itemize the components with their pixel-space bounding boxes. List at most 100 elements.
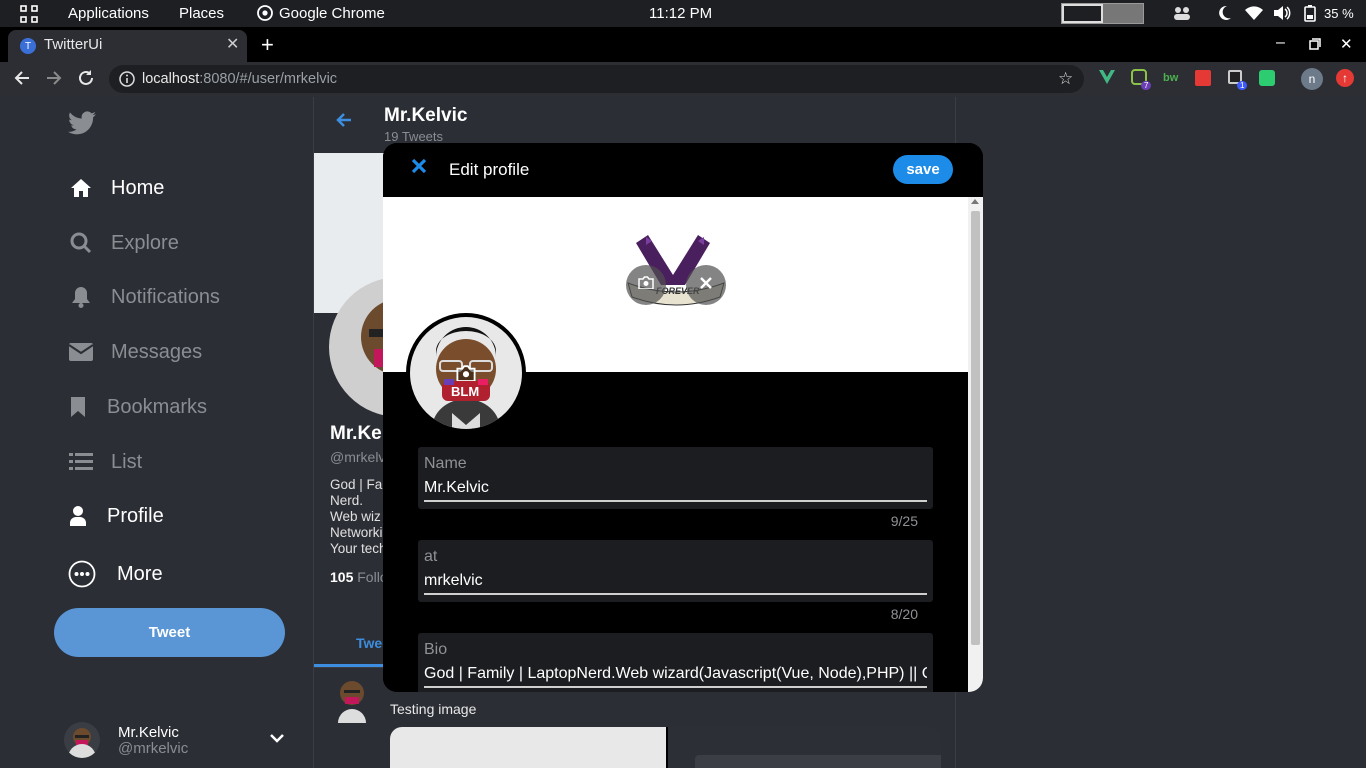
- close-icon[interactable]: [411, 158, 427, 179]
- app-grid-icon[interactable]: [20, 5, 38, 27]
- tab-title: TwitterUi: [44, 36, 103, 53]
- sidebar-item-bookmarks[interactable]: Bookmarks: [68, 387, 207, 427]
- green-extension-icon[interactable]: [1259, 70, 1275, 86]
- applications-menu[interactable]: Applications: [68, 5, 149, 22]
- bio-field[interactable]: Bio God | Family | LaptopNerd.Web wizard…: [418, 633, 933, 692]
- info-icon[interactable]: [119, 71, 135, 91]
- sidebar-item-more[interactable]: More: [68, 554, 163, 594]
- tab-close-icon[interactable]: ✕: [226, 34, 239, 54]
- reload-icon[interactable]: [77, 69, 95, 92]
- minimize-icon[interactable]: –: [1276, 34, 1285, 52]
- camera-icon: [638, 276, 654, 294]
- translate-extension-icon[interactable]: [1195, 70, 1211, 86]
- modal-header: Edit profile save: [383, 143, 983, 197]
- close-icon: [700, 276, 712, 294]
- address-bar[interactable]: localhost:8080/#/user/mrkelvic ☆: [109, 65, 1084, 93]
- name-counter: 9/25: [890, 513, 918, 529]
- bio-line: Networki: [330, 525, 383, 540]
- sidebar-item-notifications[interactable]: Notifications: [68, 277, 220, 317]
- avatar-camera-button[interactable]: [456, 365, 476, 382]
- tweet-count: 19 Tweets: [384, 129, 444, 144]
- workspace-switcher[interactable]: [1061, 3, 1144, 24]
- browser-tab[interactable]: T TwitterUi ✕: [8, 30, 247, 62]
- bw-extension-icon[interactable]: bw: [1163, 72, 1178, 84]
- handle-field[interactable]: at mrkelvic: [418, 540, 933, 602]
- sidebar-item-label: Profile: [107, 504, 164, 527]
- tweet-button[interactable]: Tweet: [54, 608, 285, 657]
- name-input[interactable]: Mr.Kelvic: [424, 479, 927, 497]
- followers-stat[interactable]: 105 Follo: [330, 569, 388, 585]
- scrollbar-thumb[interactable]: [971, 211, 980, 645]
- workspace-1[interactable]: [1062, 4, 1103, 23]
- update-icon[interactable]: ↑: [1336, 69, 1354, 87]
- sidebar-item-label: More: [117, 562, 163, 585]
- clock[interactable]: 11:12 PM: [649, 5, 712, 22]
- wifi-icon[interactable]: [1245, 6, 1263, 24]
- url-path: :8080/#/user/mrkelvic: [199, 71, 338, 87]
- banner-remove-button[interactable]: [686, 265, 726, 305]
- input-underline: [424, 500, 927, 502]
- profile-avatar[interactable]: n: [1301, 68, 1323, 90]
- chevron-down-icon[interactable]: [270, 730, 284, 748]
- input-underline: [424, 593, 927, 595]
- banner-camera-button[interactable]: [626, 265, 666, 305]
- restore-icon[interactable]: [1309, 37, 1321, 55]
- more-icon: [68, 560, 96, 588]
- vue-devtools-icon[interactable]: [1099, 70, 1115, 89]
- avatar-editor[interactable]: BLM: [406, 313, 526, 433]
- bio-line: Nerd.: [330, 493, 364, 508]
- sidebar-item-list[interactable]: List: [68, 442, 142, 482]
- url-text[interactable]: localhost:8080/#/user/mrkelvic: [142, 71, 337, 87]
- input-underline: [424, 686, 927, 688]
- back-arrow-icon[interactable]: [13, 69, 31, 92]
- save-button[interactable]: save: [893, 155, 953, 184]
- bio-label: Bio: [424, 641, 448, 658]
- sidebar-item-label: Messages: [111, 340, 203, 363]
- new-tab-icon[interactable]: +: [261, 32, 274, 58]
- workspace-2[interactable]: [1103, 4, 1143, 23]
- tweet-image-left: [390, 727, 666, 768]
- sidebar-item-label: Bookmarks: [107, 395, 208, 418]
- places-menu[interactable]: Places: [179, 5, 224, 22]
- sidebar-item-label: Explore: [111, 231, 179, 254]
- bio-line: Your tech: [330, 541, 387, 556]
- search-icon: [68, 232, 94, 254]
- sidebar-item-home[interactable]: Home: [68, 168, 164, 208]
- tweet-avatar: [336, 677, 368, 723]
- profile-handle: @mrkelv: [330, 449, 386, 465]
- handle-label: at: [424, 548, 438, 565]
- handle-input[interactable]: mrkelvic: [424, 572, 927, 590]
- profile-header-name: Mr.Kelvic: [384, 105, 468, 126]
- active-app-menu[interactable]: Google Chrome: [279, 5, 385, 22]
- account-switcher[interactable]: Mr.Kelvic @mrkelvic: [64, 720, 334, 764]
- list-icon: [68, 451, 94, 473]
- avatar-text: BLM: [451, 384, 480, 399]
- night-mode-icon[interactable]: [1218, 5, 1232, 25]
- modal-title: Edit profile: [449, 160, 530, 179]
- avatar: [64, 722, 100, 758]
- forward-arrow-icon[interactable]: [45, 69, 63, 92]
- sidebar-item-profile[interactable]: Profile: [68, 496, 164, 536]
- battery-percent: 35 %: [1324, 6, 1354, 21]
- account-name: Mr.Kelvic: [118, 724, 179, 741]
- back-arrow-icon[interactable]: [336, 112, 352, 133]
- url-host: localhost: [142, 71, 200, 87]
- bookmark-icon: [68, 396, 88, 418]
- name-field[interactable]: Name Mr.Kelvic: [418, 447, 933, 509]
- tweet-image[interactable]: [390, 727, 941, 768]
- bell-icon: [68, 286, 94, 308]
- people-icon[interactable]: [1173, 6, 1191, 24]
- window-close-icon[interactable]: ✕: [1340, 35, 1353, 53]
- sidebar-item-explore[interactable]: Explore: [68, 223, 179, 263]
- sidebar-item-label: Notifications: [111, 285, 220, 308]
- volume-icon[interactable]: [1273, 5, 1291, 25]
- scroll-up-arrow-icon[interactable]: [971, 199, 979, 204]
- bookmark-star-icon[interactable]: ☆: [1058, 69, 1073, 89]
- twitter-logo-icon[interactable]: [68, 111, 96, 140]
- profile-name: Mr.Ke: [330, 423, 382, 444]
- profile-bio: God | Fa Nerd. Web wiz Networki Your tec…: [330, 477, 387, 557]
- bio-input[interactable]: God | Family | LaptopNerd.Web wizard(Jav…: [424, 665, 927, 683]
- sidebar-item-messages[interactable]: Messages: [68, 332, 202, 372]
- battery-icon[interactable]: [1304, 5, 1316, 26]
- modal-scrollbar[interactable]: [968, 197, 983, 692]
